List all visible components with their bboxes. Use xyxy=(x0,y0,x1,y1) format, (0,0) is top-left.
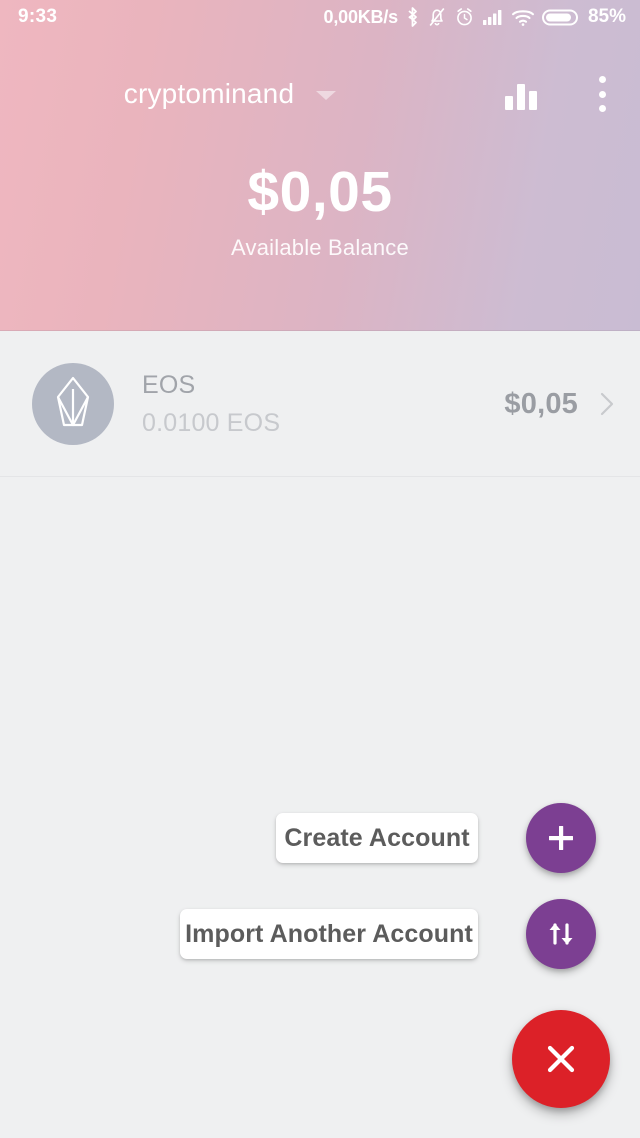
overflow-dot-3 xyxy=(598,105,606,112)
bar-chart-bar-2 xyxy=(517,84,525,110)
battery-percent-text: 85% xyxy=(587,6,626,27)
create-account-label[interactable]: Create Account xyxy=(276,813,478,863)
balance-amount: $0,05 xyxy=(247,160,393,224)
bar-chart-bar-3 xyxy=(529,91,537,110)
overflow-dot-2 xyxy=(598,90,606,98)
plus-icon xyxy=(549,826,573,850)
status-bar: 9:33 0,00KB/s 85% xyxy=(0,0,640,34)
balance-label: Available Balance xyxy=(231,234,409,260)
token-fiat-value: $0,05 xyxy=(504,387,578,420)
more-vertical-icon[interactable] xyxy=(590,76,614,112)
import-another-account-label[interactable]: Import Another Account xyxy=(180,909,478,959)
token-amount: 0.0100 EOS xyxy=(142,408,281,437)
token-list: EOS 0.0100 EOS $0,05 xyxy=(0,332,640,477)
wifi-icon xyxy=(511,9,535,26)
import-arrows-icon xyxy=(549,923,573,945)
status-bar-indicators: 0,00KB/s 85% xyxy=(324,6,626,28)
token-row-eos[interactable]: EOS 0.0100 EOS $0,05 xyxy=(0,332,640,477)
bar-chart-bar-1 xyxy=(505,96,513,110)
top-app-bar: cryptominand xyxy=(0,62,640,126)
account-selector[interactable]: cryptominand xyxy=(0,62,460,126)
overflow-dot-1 xyxy=(598,76,606,83)
wallet-header: 9:33 0,00KB/s 85% cryptominand $0,05 Ava… xyxy=(0,0,640,331)
close-icon xyxy=(547,1045,575,1073)
close-fab-button[interactable] xyxy=(512,1010,610,1108)
status-bar-clock: 9:33 xyxy=(18,6,58,27)
bluetooth-icon xyxy=(408,7,417,27)
available-balance-block: $0,05 Available Balance xyxy=(0,160,640,261)
import-account-button[interactable] xyxy=(526,899,596,969)
chevron-down-icon xyxy=(316,91,337,100)
bar-chart-icon[interactable] xyxy=(505,78,545,110)
cellular-signal-icon xyxy=(482,10,502,25)
eos-logo-icon xyxy=(32,363,114,445)
token-text-block: EOS 0.0100 EOS xyxy=(142,371,504,438)
alarm-clock-icon xyxy=(457,8,472,26)
bell-muted-icon xyxy=(429,7,445,27)
app-screen: 9:33 0,00KB/s 85% cryptominand $0,05 Ava… xyxy=(0,0,640,1138)
network-speed-text: 0,00KB/s xyxy=(323,6,399,27)
create-account-button[interactable] xyxy=(526,803,596,873)
token-symbol: EOS xyxy=(142,370,196,399)
battery-icon xyxy=(541,9,578,25)
account-name-label: cryptominand xyxy=(123,78,295,109)
chevron-right-icon xyxy=(600,392,614,416)
